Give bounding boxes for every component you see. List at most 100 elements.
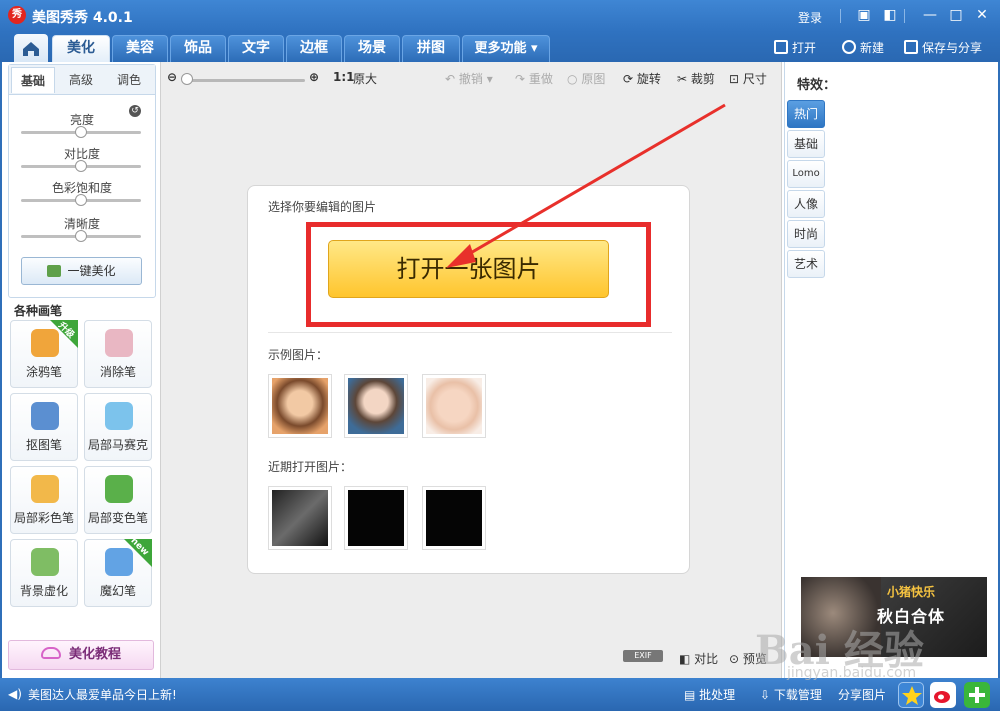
brush-eraser[interactable]: 消除笔 [84,320,152,388]
resize-button[interactable]: ⊡ 尺寸 [729,70,767,87]
tab-bar: 美化 美容 饰品 文字 边框 场景 拼图 更多功能 ▾ 打开 新建 保存与分享 [0,32,1000,62]
brush-cutout[interactable]: 抠图笔 [10,393,78,461]
zoom-out-icon[interactable]: ⊖ [167,70,177,84]
sample-image-thumb[interactable] [268,374,332,438]
brightness-slider[interactable] [21,126,141,138]
download-icon: ⇩ [760,688,771,702]
brush-background-blur[interactable]: 背景虚化 [10,539,78,607]
new-action[interactable]: 新建 [842,39,884,57]
undo-icon: ↶ [445,72,456,86]
tab-collage[interactable]: 拼图 [402,35,460,62]
brush-doodle[interactable]: 涂鸦笔 升级 [10,320,78,388]
slider-knob[interactable] [75,230,87,242]
subtab-color[interactable]: 调色 [107,67,151,93]
speaker-icon: ◀) [8,687,22,701]
tab-makeup[interactable]: 美容 [112,35,168,62]
redo-icon: ↷ [515,72,526,86]
preview-icon: ⊙ [729,652,740,666]
resize-icon: ⊡ [729,72,740,86]
scissors-icon: ✂ [677,72,688,86]
crop-button[interactable]: ✂ 裁剪 [677,70,715,87]
tab-frame[interactable]: 边框 [286,35,342,62]
separator [840,9,841,23]
saturation-slider[interactable] [21,194,141,206]
plus-icon [842,40,856,54]
edit-toolbar: ⊖ ⊕ 1:1 原大 ↶ 撤销 ▾ ↷ 重做 ○ 原图 ⟳ 旋转 ✂ 裁剪 ⊡ … [161,66,783,90]
canvas-area: ⊖ ⊕ 1:1 原大 ↶ 撤销 ▾ ↷ 重做 ○ 原图 ⟳ 旋转 ✂ 裁剪 ⊡ … [160,62,782,678]
recent-image-thumb[interactable] [422,486,486,550]
watermark-url: jingyan.baidu.com [787,665,917,681]
contrast-slider[interactable] [21,160,141,172]
paintbrush-icon [31,475,59,503]
brush-color-change[interactable]: 局部变色笔 [84,466,152,534]
star-icon[interactable] [898,682,924,708]
paint-bucket-icon [105,475,133,503]
share-image-button[interactable]: 分享图片 [838,686,886,703]
brush-magic[interactable]: 魔幻笔 new [84,536,152,607]
zoom-knob[interactable] [181,73,193,85]
slider-knob[interactable] [75,160,87,172]
subtab-basic[interactable]: 基础 [11,67,55,93]
home-icon [23,42,39,56]
effect-tab-portrait[interactable]: 人像 [787,190,825,218]
open-action[interactable]: 打开 [774,39,816,57]
original-size-label[interactable]: 原大 [353,70,377,87]
recent-image-thumb[interactable] [268,486,332,550]
tab-scene[interactable]: 场景 [344,35,400,62]
recent-image-thumb[interactable] [344,486,408,550]
news-ticker[interactable]: 美图达人最爱单品今日上新! [28,686,177,703]
download-manager-button[interactable]: ⇩ 下载管理 [760,686,822,703]
sample-image-thumb[interactable] [344,374,408,438]
weibo-icon[interactable] [930,682,956,708]
brush-mosaic[interactable]: 局部马赛克 [84,393,152,461]
recent-images-title: 近期打开图片： [268,460,353,474]
rotate-icon: ⟳ [623,72,634,86]
original-button[interactable]: ○ 原图 [567,70,605,87]
divider [268,332,672,333]
magic-icon [47,265,62,277]
save-icon [904,40,918,54]
login-link[interactable]: 登录 [798,9,822,26]
sharpness-slider[interactable] [21,230,141,242]
hand-icon [40,647,61,659]
exif-button[interactable]: EXIF [623,650,663,662]
compare-button[interactable]: ◧ 对比 [679,650,718,667]
skin-icon[interactable]: ◧ [882,7,898,23]
one-click-beautify-button[interactable]: 一键美化 [21,257,142,285]
save-share-action[interactable]: 保存与分享 [904,39,982,57]
close-icon[interactable]: ✕ [974,7,990,23]
rotate-button[interactable]: ⟳ 旋转 [623,70,661,87]
batch-icon: ▤ [684,688,696,702]
undo-button[interactable]: ↶ 撤销 ▾ [445,70,493,87]
slider-knob[interactable] [75,194,87,206]
actual-size-button[interactable]: 1:1 [333,70,355,84]
message-icon[interactable]: ▣ [856,7,872,23]
zoom-slider[interactable] [185,79,305,82]
redo-button[interactable]: ↷ 重做 [515,70,553,87]
tab-accessories[interactable]: 饰品 [170,35,226,62]
sample-image-thumb[interactable] [422,374,486,438]
effect-tab-fashion[interactable]: 时尚 [787,220,825,248]
minimize-icon[interactable]: — [922,7,938,23]
effect-tab-lomo[interactable]: Lomo [787,160,825,188]
slider-knob[interactable] [75,126,87,138]
home-tab[interactable] [14,34,48,62]
open-image-card: 选择你要编辑的图片 打开一张图片 示例图片： 近期打开图片： [247,185,690,574]
app-title: 美图秀秀 4.0.1 [32,10,133,26]
effect-tab-art[interactable]: 艺术 [787,250,825,278]
app-logo: 秀 [8,6,26,24]
main-area: 基础 高级 调色 ↺ 亮度 对比度 色彩饱和度 清晰度 一键美化 各种画笔 涂鸦… [2,62,998,678]
add-icon[interactable] [964,682,990,708]
tab-more-features[interactable]: 更多功能 ▾ [462,35,550,62]
beautify-tutorial-button[interactable]: 美化教程 [8,640,154,670]
subtab-advanced[interactable]: 高级 [59,67,103,93]
effect-tab-basic[interactable]: 基础 [787,130,825,158]
tab-text[interactable]: 文字 [228,35,284,62]
zoom-in-icon[interactable]: ⊕ [309,70,319,84]
batch-process-button[interactable]: ▤ 批处理 [684,686,735,703]
brush-local-color[interactable]: 局部彩色笔 [10,466,78,534]
tab-beautify[interactable]: 美化 [52,35,110,62]
maximize-icon[interactable]: □ [948,7,964,23]
effect-tab-hot[interactable]: 热门 [787,100,825,128]
separator [904,9,905,23]
